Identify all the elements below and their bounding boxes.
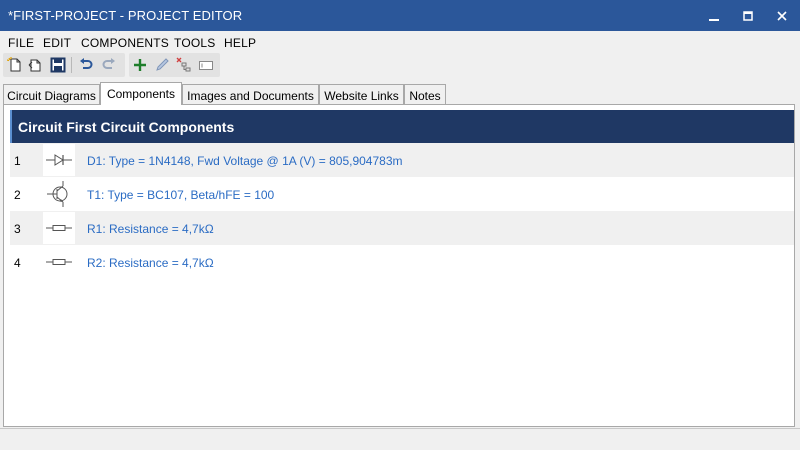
menu-file[interactable]: FILE xyxy=(8,36,34,50)
menu-tools[interactable]: TOOLS xyxy=(174,36,215,50)
menu-help[interactable]: HELP xyxy=(224,36,256,50)
minimize-button[interactable] xyxy=(697,0,731,31)
delete-button[interactable] xyxy=(175,56,193,74)
undo-button[interactable] xyxy=(77,56,95,74)
component-description[interactable]: R1: Resistance = 4,7kΩ xyxy=(87,222,214,236)
close-button[interactable] xyxy=(765,0,799,31)
rename-icon xyxy=(199,61,213,70)
window-title: *FIRST-PROJECT - PROJECT EDITOR xyxy=(8,8,243,23)
rename-button[interactable] xyxy=(197,56,215,74)
redo-button[interactable] xyxy=(100,56,118,74)
component-row[interactable]: 1 D1: Type = 1N4148, Fwd Voltage @ 1A (V… xyxy=(10,143,794,177)
maximize-button[interactable] xyxy=(731,0,765,31)
row-index: 2 xyxy=(14,188,21,202)
tab-images-and-documents[interactable]: Images and Documents xyxy=(182,84,319,104)
undo-icon xyxy=(80,58,93,69)
tab-website-links[interactable]: Website Links xyxy=(319,84,404,104)
maximize-icon xyxy=(743,10,753,21)
menu-components[interactable]: COMPONENTS xyxy=(81,36,169,50)
minimize-icon xyxy=(709,18,719,21)
save-icon xyxy=(50,57,66,73)
edit-button[interactable] xyxy=(153,56,171,74)
toolbar xyxy=(0,51,800,81)
title-bar: *FIRST-PROJECT - PROJECT EDITOR xyxy=(0,0,800,31)
new-file-button[interactable] xyxy=(6,56,24,74)
tab-notes[interactable]: Notes xyxy=(404,84,446,104)
edit-icon xyxy=(156,58,169,71)
component-row[interactable]: 3 R1: Resistance = 4,7kΩ xyxy=(10,211,794,245)
diode-icon xyxy=(43,144,75,176)
tab-circuit-diagrams[interactable]: Circuit Diagrams xyxy=(3,84,100,104)
resistor-icon xyxy=(46,259,72,265)
open-file-icon xyxy=(28,59,41,72)
component-description[interactable]: T1: Type = BC107, Beta/hFE = 100 xyxy=(87,188,274,202)
add-button[interactable] xyxy=(131,56,149,74)
component-description[interactable]: R2: Resistance = 4,7kΩ xyxy=(87,256,214,270)
toolbar-group-file xyxy=(3,53,125,77)
redo-icon xyxy=(102,58,115,69)
new-file-icon xyxy=(7,57,21,72)
transistor-icon xyxy=(47,181,68,207)
row-index: 1 xyxy=(14,154,21,168)
component-row[interactable]: 2 T1: Type = BC107, Beta/hFE = 100 xyxy=(10,177,794,211)
row-index: 4 xyxy=(14,256,21,270)
component-description[interactable]: D1: Type = 1N4148, Fwd Voltage @ 1A (V) … xyxy=(87,154,403,168)
resistor-icon xyxy=(43,212,75,244)
toolbar-separator xyxy=(71,57,72,73)
delete-icon xyxy=(176,57,191,72)
components-panel: Circuit First Circuit Components 1 D1: T… xyxy=(3,104,795,427)
row-index: 3 xyxy=(14,222,21,236)
add-icon xyxy=(134,59,146,71)
component-row[interactable]: 4 R2: Resistance = 4,7kΩ xyxy=(10,245,794,279)
open-file-button[interactable] xyxy=(27,56,45,74)
toolbar-group-components xyxy=(129,53,220,77)
components-header: Circuit First Circuit Components xyxy=(10,110,794,144)
menu-bar: FILE EDIT COMPONENTS TOOLS HELP xyxy=(0,31,800,51)
close-icon xyxy=(777,10,787,21)
menu-edit[interactable]: EDIT xyxy=(43,36,71,50)
tab-strip: Circuit Diagrams Components Images and D… xyxy=(0,82,800,105)
tab-components[interactable]: Components xyxy=(100,82,182,105)
status-bar xyxy=(0,428,800,450)
save-button[interactable] xyxy=(49,56,67,74)
